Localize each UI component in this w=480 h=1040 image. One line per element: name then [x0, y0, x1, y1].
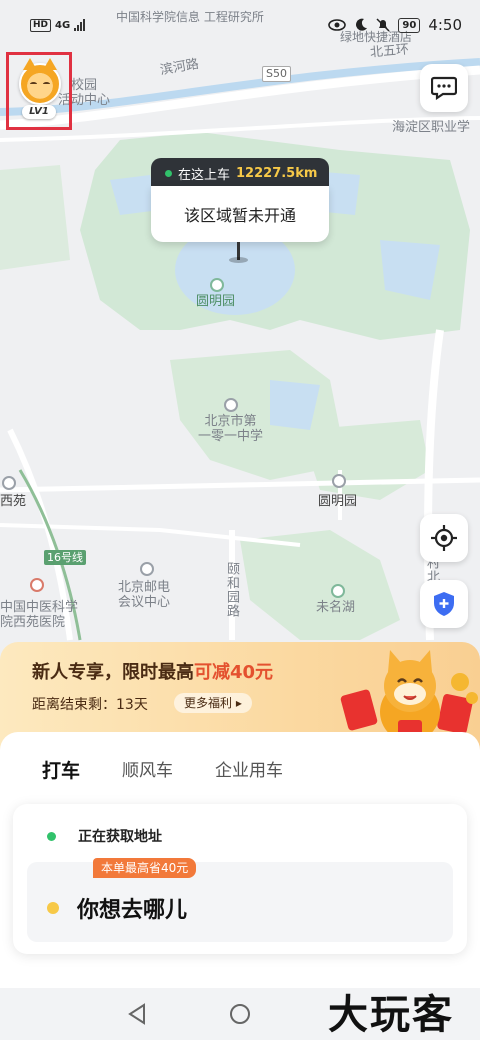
map-label-weiming-lake: 未名湖 [316, 600, 356, 615]
chevron-right-icon: ▸ [235, 696, 242, 710]
map-label-xiyuan: 西苑 [0, 494, 27, 509]
map-label-tcm-hospital: 中国中医科学 院西苑医院 [0, 600, 79, 630]
back-icon[interactable] [126, 1002, 148, 1026]
destination-dot [47, 902, 59, 914]
trip-card: 正在获取地址 本单最高省40元 你想去哪儿 [13, 804, 467, 954]
lake-poi-icon [331, 584, 345, 598]
pickup-message: 该区域暂未开通 [183, 206, 296, 225]
watermark-text: 大玩客 [328, 991, 454, 1038]
school-poi-icon [224, 398, 238, 412]
station-poi-icon [332, 474, 346, 488]
pickup-label: 在这上车 [178, 167, 231, 183]
message-icon [431, 76, 457, 100]
locate-button[interactable] [420, 514, 468, 562]
cat-ear-right [43, 58, 57, 70]
tab-enterprise[interactable]: 企业用车 [215, 756, 283, 783]
tab-taxi[interactable]: 打车 [39, 756, 87, 785]
avatar [19, 58, 61, 105]
promo-title-prefix: 新人专享，限时最高 [32, 662, 194, 683]
pickup-distance: 12227.5km [236, 165, 318, 181]
map-label-yuanmingyuan-park: 圆明园 [196, 294, 236, 309]
network-type: 4G [55, 19, 71, 31]
destination-row: 你想去哪儿 [47, 892, 187, 924]
map-label-haidian-school: 海淀区职业学 [392, 120, 471, 135]
locate-icon [431, 525, 457, 551]
hd-indicator: HD [30, 18, 52, 32]
savings-badge: 本单最高省40元 [93, 858, 197, 878]
safety-button[interactable] [420, 580, 468, 628]
map-label-yuanmingyuan-station: 圆明园 [318, 494, 358, 509]
cat-ear-left [23, 58, 37, 70]
pickup-row[interactable]: 正在获取地址 [47, 826, 162, 846]
status-left: HD 4G [30, 18, 86, 32]
xiyuan-station-icon [2, 476, 16, 490]
cat-eye-left [30, 82, 37, 86]
map-pin-shadow [229, 257, 248, 263]
signal-icon [74, 19, 86, 31]
service-panel: 打车 顺风车 企业用车 正在获取地址 本单最高省40元 你想去哪儿 [0, 732, 480, 988]
mute-bell-icon [376, 18, 390, 32]
pickup-address: 正在获取地址 [78, 829, 162, 845]
cat-eye-right [43, 82, 50, 86]
battery-icon: 90 [398, 17, 421, 33]
service-tabs: 打车 顺风车 企业用车 [39, 756, 283, 785]
pickup-point-dot [47, 831, 56, 841]
eye-icon [328, 19, 347, 31]
map-label-bupt: 北京邮电 会议中心 [118, 580, 171, 610]
hospital-poi-icon [30, 578, 44, 592]
tab-carpool[interactable]: 顺风车 [122, 756, 173, 783]
more-benefits-label: 更多福利 [184, 696, 233, 710]
promo-title-highlight: 可减40元 [194, 662, 274, 683]
status-right: 90 4:50 [328, 16, 462, 34]
park-poi-icon [210, 278, 224, 292]
map-label-s50: S50 [262, 66, 291, 82]
promo-remaining: 距离结束剩：13天 [32, 697, 148, 713]
moon-icon [356, 18, 368, 31]
level-badge: LV1 [22, 105, 56, 119]
home-icon[interactable] [228, 1002, 252, 1026]
user-avatar-button[interactable]: LV1 [6, 52, 72, 130]
pickup-tag: 在这上车 12227.5km [151, 158, 329, 188]
more-benefits-button[interactable]: 更多福利 ▸ [174, 693, 252, 713]
clock: 4:50 [428, 16, 462, 34]
pickup-message-card[interactable]: 该区域暂未开通 [151, 186, 329, 242]
map-label-yiheyuan-road: 颐和园路 [224, 562, 239, 618]
destination-input[interactable]: 本单最高省40元 你想去哪儿 [27, 858, 453, 942]
shield-icon [434, 592, 454, 616]
bupt-poi-icon [140, 562, 154, 576]
pickup-dot [165, 169, 172, 177]
destination-placeholder: 你想去哪儿 [77, 898, 188, 923]
map-label-line16: 16号线 [44, 550, 86, 565]
status-bar: HD 4G 90 4:50 [0, 0, 480, 50]
map-label-101-school: 北京市第 一零一中学 [198, 414, 264, 444]
promo-title: 新人专享，限时最高可减40元 [32, 658, 273, 684]
message-button[interactable] [420, 64, 468, 112]
